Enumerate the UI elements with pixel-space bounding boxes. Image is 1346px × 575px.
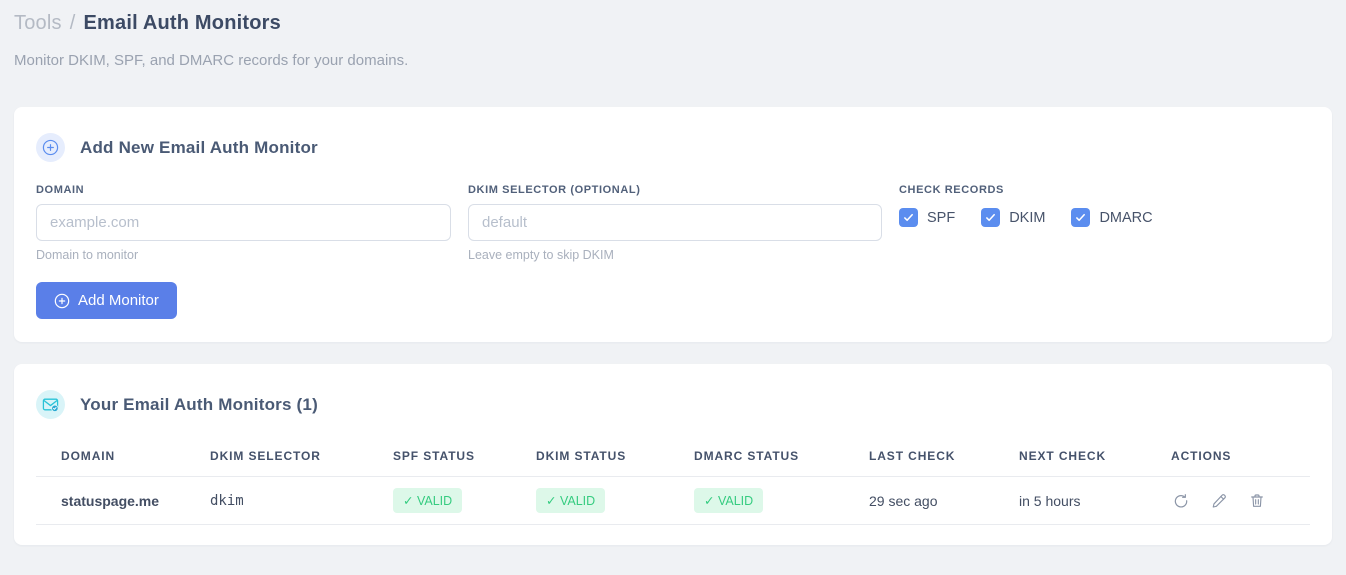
spf-checkbox-item[interactable]: SPF — [899, 208, 955, 227]
page-title: Email Auth Monitors — [83, 12, 281, 34]
plus-circle-icon — [54, 293, 70, 308]
trash-icon — [1250, 493, 1263, 507]
monitor-last-check: 29 sec ago — [869, 476, 1019, 525]
spf-status-badge: ✓ VALID — [393, 488, 463, 513]
spf-checkbox[interactable] — [899, 208, 918, 227]
check-records-row: SPF DKIM DMARC — [899, 208, 1310, 227]
domain-field-label: DOMAIN — [36, 184, 85, 196]
monitors-card: Your Email Auth Monitors (1) DOMAIN DKIM… — [14, 364, 1332, 545]
add-monitor-card: Add New Email Auth Monitor DOMAIN Domain… — [14, 107, 1332, 342]
column-header-last-check: LAST CHECK — [869, 435, 1019, 477]
monitor-actions — [1171, 476, 1310, 525]
dkim-checkbox-item[interactable]: DKIM — [981, 208, 1045, 227]
dkim-checkbox[interactable] — [981, 208, 1001, 227]
column-header-dkim-status: DKIM STATUS — [536, 435, 694, 477]
breadcrumb-tools-link[interactable]: Tools — [14, 12, 62, 35]
pencil-icon — [1212, 493, 1226, 508]
delete-button[interactable] — [1247, 491, 1267, 511]
domain-field-group: DOMAIN Domain to monitor — [36, 184, 451, 262]
table-row: statuspage.me dkim ✓ VALID ✓ VALID ✓ VAL… — [36, 476, 1310, 525]
check-records-label: CHECK RECORDS — [899, 184, 1004, 196]
dmarc-checkbox-item[interactable]: DMARC — [1071, 208, 1153, 227]
plus-circle-icon — [36, 133, 65, 162]
column-header-domain: DOMAIN — [36, 435, 210, 477]
refresh-icon — [1174, 493, 1188, 508]
dmarc-checkbox-label: DMARC — [1099, 209, 1153, 226]
dkim-selector-input[interactable] — [468, 204, 882, 241]
column-header-dmarc-status: DMARC STATUS — [694, 435, 869, 477]
refresh-button[interactable] — [1171, 491, 1191, 511]
breadcrumb: Tools / Email Auth Monitors — [14, 12, 1332, 35]
add-monitor-form: DOMAIN Domain to monitor DKIM SELECTOR (… — [36, 184, 1310, 262]
dkim-selector-field-label: DKIM SELECTOR (OPTIONAL) — [468, 184, 641, 196]
add-monitor-button-label: Add Monitor — [78, 292, 159, 309]
domain-input[interactable] — [36, 204, 451, 241]
add-monitor-button[interactable]: Add Monitor — [36, 282, 177, 319]
add-monitor-card-header: Add New Email Auth Monitor — [36, 133, 1310, 162]
column-header-spf-status: SPF STATUS — [393, 435, 536, 477]
column-header-dkim-selector: DKIM SELECTOR — [210, 435, 393, 477]
monitors-table: DOMAIN DKIM SELECTOR SPF STATUS DKIM STA… — [36, 435, 1310, 525]
page-subtitle: Monitor DKIM, SPF, and DMARC records for… — [14, 52, 409, 69]
monitor-next-check: in 5 hours — [1019, 476, 1171, 525]
dkim-selector-field-helper: Leave empty to skip DKIM — [468, 248, 614, 262]
breadcrumb-separator: / — [69, 12, 76, 34]
dmarc-status-badge: ✓ VALID — [694, 488, 764, 513]
page-header: Tools / Email Auth Monitors Monitor DKIM… — [0, 0, 1346, 69]
add-monitor-card-title: Add New Email Auth Monitor — [80, 137, 318, 157]
dkim-status-badge: ✓ VALID — [536, 488, 606, 513]
monitor-dkim-selector: dkim — [210, 476, 393, 525]
check-records-group: CHECK RECORDS SPF DKIM DMARC — [899, 184, 1310, 262]
dkim-checkbox-label: DKIM — [1009, 209, 1046, 226]
edit-button[interactable] — [1209, 491, 1229, 511]
monitors-table-header-row: DOMAIN DKIM SELECTOR SPF STATUS DKIM STA… — [36, 435, 1310, 477]
envelope-check-icon — [36, 390, 65, 419]
column-header-next-check: NEXT CHECK — [1019, 435, 1171, 477]
monitors-card-title: Your Email Auth Monitors (1) — [80, 394, 318, 414]
domain-field-helper: Domain to monitor — [36, 248, 139, 262]
monitor-domain: statuspage.me — [36, 476, 210, 525]
spf-checkbox-label: SPF — [927, 209, 956, 226]
column-header-actions: ACTIONS — [1171, 435, 1310, 477]
monitors-card-header: Your Email Auth Monitors (1) — [36, 390, 1310, 419]
dkim-selector-field-group: DKIM SELECTOR (OPTIONAL) Leave empty to … — [468, 184, 882, 262]
dmarc-checkbox[interactable] — [1071, 208, 1091, 227]
